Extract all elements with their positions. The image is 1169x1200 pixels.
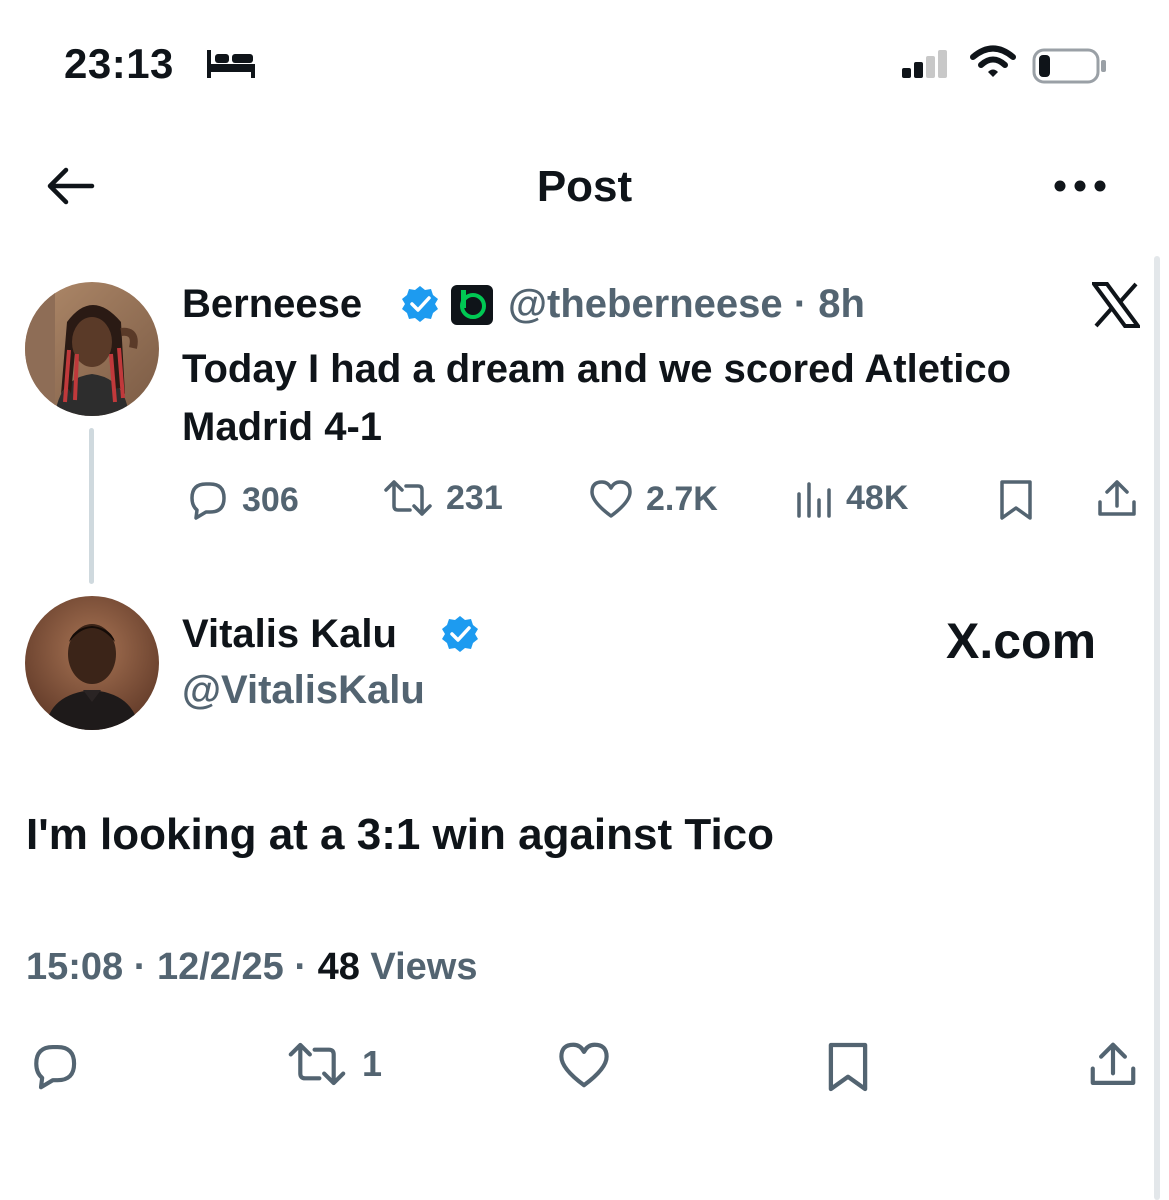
- more-button[interactable]: [1052, 178, 1108, 199]
- repost-icon: [384, 480, 432, 516]
- app-badge-icon: [450, 284, 494, 331]
- views-label: Views: [370, 946, 478, 988]
- repost-button[interactable]: 231: [382, 478, 503, 518]
- repost-count: 231: [446, 478, 503, 517]
- bookmark-button[interactable]: [998, 478, 1034, 522]
- reply-button[interactable]: [26, 1040, 82, 1092]
- views-count: 48: [317, 946, 360, 988]
- heart-icon: [590, 480, 632, 518]
- verified-badge-icon: [440, 614, 480, 659]
- avatar[interactable]: [25, 596, 159, 730]
- reply-count: 306: [242, 480, 299, 519]
- like-button[interactable]: [556, 1040, 612, 1090]
- reply-button[interactable]: 306: [184, 478, 299, 522]
- like-button[interactable]: 2.7K: [588, 478, 718, 520]
- bed-icon: [205, 46, 257, 85]
- status-time: 23:13: [64, 40, 174, 87]
- repost-button[interactable]: 1: [286, 1040, 382, 1088]
- more-horizontal-icon: [1054, 180, 1106, 192]
- author-handle[interactable]: @VitalisKalu: [182, 668, 425, 713]
- scrollbar[interactable]: [1154, 256, 1160, 1200]
- cellular-signal-icon: [900, 50, 950, 85]
- x-logo-icon: [1090, 282, 1142, 333]
- xcom-watermark: X.com: [946, 613, 1097, 669]
- battery-icon: [1032, 48, 1108, 89]
- separator: ·: [133, 946, 147, 988]
- verified-badge-icon: [400, 284, 440, 329]
- author-handle[interactable]: @theberneese: [508, 282, 783, 326]
- share-button[interactable]: [1096, 478, 1138, 520]
- bookmark-button[interactable]: [826, 1040, 870, 1094]
- wifi-icon: [970, 44, 1016, 85]
- post-metadata: 15:08 · 12/2/25 · 48 Views: [26, 946, 477, 989]
- heart-icon: [559, 1042, 609, 1088]
- page-title: Post: [536, 162, 633, 211]
- share-icon: [1090, 1042, 1136, 1085]
- reply-icon: [34, 1045, 77, 1090]
- separator: ·: [793, 282, 808, 326]
- post-text: Today I had a dream and we scored Atleti…: [182, 347, 1012, 449]
- author-name[interactable]: Vitalis Kalu: [182, 612, 397, 657]
- repost-icon: [288, 1042, 346, 1086]
- post-text: I'm looking at a 3:1 win against Tico: [26, 810, 775, 859]
- author-name[interactable]: Berneese: [182, 282, 362, 327]
- post-age[interactable]: 8h: [818, 282, 865, 326]
- share-icon: [1098, 480, 1136, 516]
- analytics-icon: [797, 482, 831, 518]
- like-count: 2.7K: [646, 479, 718, 518]
- views-button[interactable]: 48K: [794, 478, 908, 518]
- post-date[interactable]: 12/2/25: [157, 946, 284, 988]
- thread-line: [89, 428, 94, 584]
- repost-count: 1: [362, 1043, 383, 1084]
- author-handle-time[interactable]: @theberneese · 8h: [508, 282, 865, 327]
- bookmark-icon: [828, 1042, 868, 1092]
- views-count: 48K: [846, 478, 909, 517]
- share-button[interactable]: [1088, 1040, 1138, 1090]
- post-time[interactable]: 15:08: [26, 946, 123, 988]
- reply-icon: [190, 482, 226, 520]
- avatar[interactable]: [25, 282, 159, 416]
- separator: ·: [294, 946, 307, 988]
- bookmark-icon: [1000, 480, 1032, 520]
